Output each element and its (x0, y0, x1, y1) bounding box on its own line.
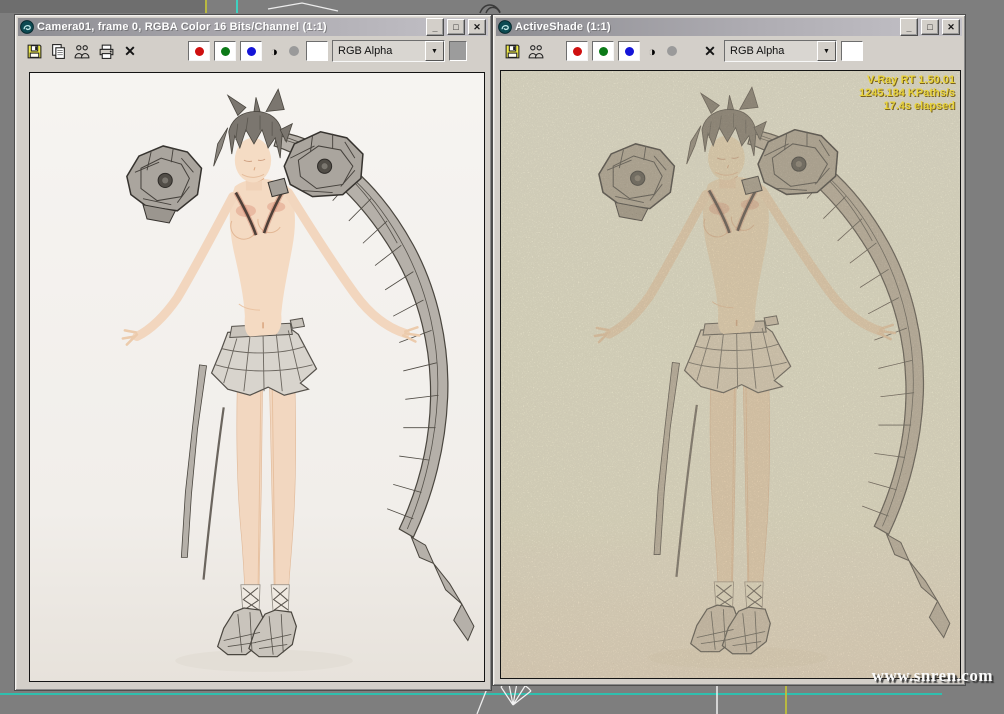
green-dot-icon (220, 46, 230, 56)
activeshade-titlebar[interactable]: ActiveShade (1:1) _ □ ✕ (496, 18, 962, 36)
activeshade-window: ActiveShade (1:1) _ □ ✕ ◑ ✕ RGB Alpha ▼ (492, 14, 966, 686)
green-dot-icon (598, 46, 608, 56)
window-title: Camera01, frame 0, RGBA Color 16 Bits/Ch… (37, 21, 327, 33)
channel-display-dropdown[interactable]: RGB Alpha ▼ (332, 40, 445, 62)
channel-display-value: RGB Alpha (730, 45, 785, 57)
3dsmax-app-icon (498, 20, 512, 34)
3dsmax-app-icon (20, 20, 34, 34)
save-icon[interactable] (502, 42, 522, 60)
render-noise-overlay (501, 71, 960, 678)
render-image (29, 72, 485, 682)
maximize-button[interactable]: □ (447, 19, 465, 35)
render-frame-toolbar: ✕ ◑ RGB Alpha ▼ (18, 36, 488, 66)
monochrome-channel-icon[interactable]: ◑ (644, 44, 660, 59)
clear-icon[interactable]: ✕ (700, 42, 720, 60)
red-dot-icon (572, 46, 582, 56)
color-swatch[interactable] (841, 41, 863, 61)
vray-render-stats: V-Ray RT 1.50.01 1245.184 KPaths/s 17.4s… (859, 74, 955, 113)
vray-version: V-Ray RT 1.50.01 (866, 74, 955, 86)
red-dot-icon (194, 46, 204, 56)
clone-rendered-frame-icon[interactable] (526, 42, 546, 60)
monochrome-channel-icon[interactable]: ◑ (266, 44, 282, 59)
maximize-button[interactable]: □ (921, 19, 939, 35)
background-color-swatch[interactable] (449, 41, 467, 61)
clone-rendered-frame-icon[interactable] (72, 42, 92, 60)
green-channel-button[interactable] (592, 41, 614, 61)
render-frame-titlebar[interactable]: Camera01, frame 0, RGBA Color 16 Bits/Ch… (18, 18, 488, 36)
save-icon[interactable] (24, 42, 44, 60)
channel-display-value: RGB Alpha (338, 45, 393, 57)
blue-dot-icon (624, 46, 634, 56)
close-button[interactable]: ✕ (942, 19, 960, 35)
blue-channel-button[interactable] (240, 41, 262, 61)
chevron-down-icon[interactable]: ▼ (817, 41, 836, 61)
chevron-down-icon[interactable]: ▼ (425, 41, 444, 61)
minimize-button[interactable]: _ (426, 18, 444, 36)
vray-paths-rate: 1245.184 KPaths/s (858, 87, 955, 99)
window-title: ActiveShade (1:1) (515, 21, 611, 33)
print-icon[interactable] (96, 42, 116, 60)
green-channel-button[interactable] (214, 41, 236, 61)
close-button[interactable]: ✕ (468, 19, 486, 35)
clear-icon[interactable]: ✕ (120, 42, 140, 60)
red-channel-button[interactable] (188, 41, 210, 61)
color-swatch[interactable] (306, 41, 328, 61)
blue-dot-icon (246, 46, 256, 56)
channel-display-dropdown[interactable]: RGB Alpha ▼ (724, 40, 837, 62)
alpha-channel-icon[interactable] (664, 46, 680, 56)
render-frame-window: Camera01, frame 0, RGBA Color 16 Bits/Ch… (14, 14, 492, 691)
blue-channel-button[interactable] (618, 41, 640, 61)
red-channel-button[interactable] (566, 41, 588, 61)
activeshade-toolbar: ◑ ✕ RGB Alpha ▼ (496, 36, 962, 66)
copy-icon[interactable] (48, 42, 68, 60)
activeshade-render-image: V-Ray RT 1.50.01 1245.184 KPaths/s 17.4s… (500, 70, 961, 679)
minimize-button[interactable]: _ (900, 18, 918, 36)
vray-elapsed-time: 17.4s elapsed (883, 100, 955, 112)
alpha-channel-icon[interactable] (286, 46, 302, 56)
watermark: www.snren.com (871, 666, 993, 685)
